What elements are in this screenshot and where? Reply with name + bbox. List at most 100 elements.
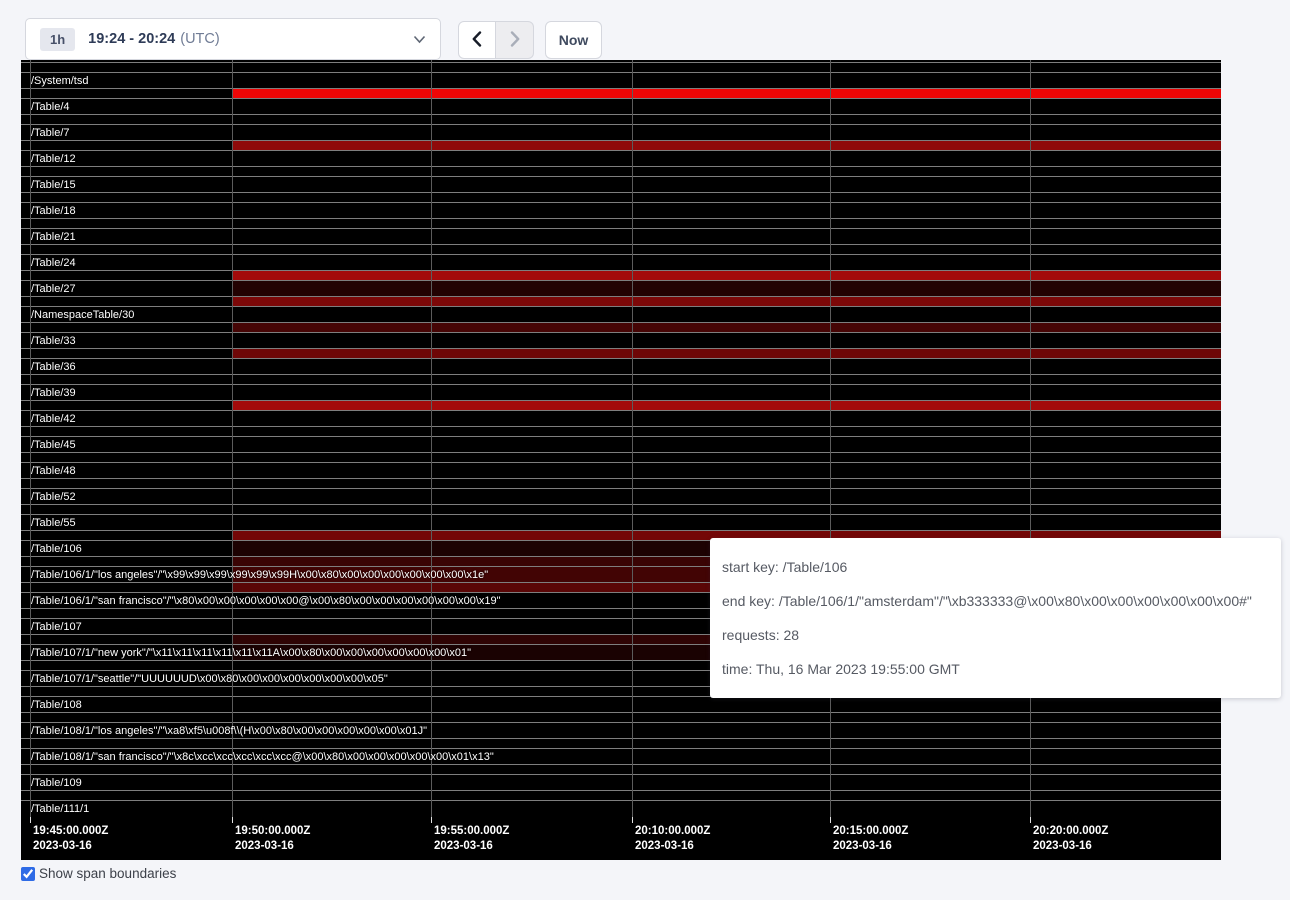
span-label-area[interactable]: /Table/109 [21,774,1221,790]
span-label-area[interactable]: /Table/108 [21,696,1221,712]
heatmap-row[interactable]: /Table/108/1/"los angeles"/"\xa8\xf5\u00… [21,712,1221,738]
heatmap-row[interactable]: /Table/52 [21,478,1221,504]
axis-tick [632,817,633,823]
span-label-area[interactable]: /Table/111/1 [21,800,1221,816]
chevron-left-icon [472,31,482,50]
span-strip[interactable] [21,88,1221,98]
span-strip[interactable] [21,712,1221,722]
span-label-area[interactable]: /Table/108/1/"san francisco"/"\x8c\xcc\x… [21,748,1221,764]
axis-date: 2023-03-16 [235,839,310,854]
heatmap-row[interactable]: /Table/109 [21,764,1221,790]
heatmap-row[interactable]: /Table/42 [21,400,1221,426]
heat-band[interactable] [233,281,1221,296]
heat-band[interactable] [233,297,1221,306]
show-span-boundaries-checkbox[interactable] [21,867,35,881]
heatmap-row[interactable]: /Table/108/1/"san francisco"/"\x8c\xcc\x… [21,738,1221,764]
span-strip[interactable] [21,790,1221,800]
heatmap-row[interactable]: /Table/111/1 [21,790,1221,816]
heat-band[interactable] [233,323,1221,332]
span-strip[interactable] [21,452,1221,462]
row-label: /NamespaceTable/30 [31,308,134,322]
span-label-area[interactable]: /System/tsd [21,72,1221,88]
span-label-area[interactable]: /Table/39 [21,384,1221,400]
span-strip[interactable] [21,296,1221,306]
next-time-button[interactable] [496,21,534,59]
tooltip-requests: requests: 28 [710,618,1281,652]
axis-tick-label: 19:50:00.000Z2023-03-16 [235,824,310,854]
span-label-area[interactable]: /Table/12 [21,150,1221,166]
heat-band[interactable] [233,89,1221,98]
heatmap-row[interactable]: /Table/12 [21,140,1221,166]
heat-band[interactable] [233,271,1221,280]
heatmap-row[interactable]: /Table/7 [21,114,1221,140]
heatmap-row[interactable]: /Table/4 [21,88,1221,114]
row-label: /Table/24 [31,256,76,270]
now-button[interactable]: Now [545,21,602,59]
heatmap-row[interactable]: /Table/48 [21,452,1221,478]
time-range-text: 19:24 - 20:24 [88,31,175,47]
span-strip[interactable] [21,140,1221,150]
heatmap-row[interactable]: /Table/36 [21,348,1221,374]
span-strip[interactable] [21,62,1221,72]
row-label: /Table/12 [31,152,76,166]
axis-date: 2023-03-16 [833,839,908,854]
heatmap-row[interactable]: /Table/18 [21,192,1221,218]
time-range-select[interactable]: 1h 19:24 - 20:24 (UTC) [25,18,441,60]
span-label-area[interactable]: /Table/15 [21,176,1221,192]
row-label: /Table/27 [31,282,76,296]
heatmap-row[interactable]: /Table/33 [21,322,1221,348]
span-strip[interactable] [21,348,1221,358]
heat-band[interactable] [233,349,1221,358]
span-label-area[interactable]: /Table/55 [21,514,1221,530]
axis-tick [431,817,432,823]
row-label: /Table/52 [31,490,76,504]
heatmap-row[interactable]: /Table/45 [21,426,1221,452]
heat-band[interactable] [233,141,1221,150]
heatmap-row[interactable]: /Table/21 [21,218,1221,244]
span-strip[interactable] [21,218,1221,228]
span-strip[interactable] [21,400,1221,410]
span-label-area[interactable]: /Table/18 [21,202,1221,218]
span-strip[interactable] [21,374,1221,384]
heatmap-row[interactable]: /Table/55 [21,504,1221,530]
span-strip[interactable] [21,166,1221,176]
heatmap-rows: /System/tsd/Table/4/Table/7/Table/12/Tab… [21,60,1221,816]
prev-time-button[interactable] [458,21,496,59]
span-label-area[interactable]: /Table/7 [21,124,1221,140]
span-label-area[interactable]: /Table/24 [21,254,1221,270]
heatmap-row[interactable]: /Table/27 [21,270,1221,296]
span-label-area[interactable]: /Table/21 [21,228,1221,244]
span-label-area[interactable]: /Table/42 [21,410,1221,426]
span-strip[interactable] [21,114,1221,124]
row-label: /Table/106/1/"san francisco"/"\x80\x00\x… [31,594,501,608]
span-label-area[interactable]: /NamespaceTable/30 [21,306,1221,322]
show-span-boundaries-control[interactable]: Show span boundaries [21,866,176,881]
span-label-area[interactable]: /Table/52 [21,488,1221,504]
span-strip[interactable] [21,478,1221,488]
heatmap-row[interactable]: /System/tsd [21,62,1221,88]
heat-band[interactable] [233,401,1221,410]
heatmap-row[interactable]: /Table/24 [21,244,1221,270]
span-label-area[interactable]: /Table/48 [21,462,1221,478]
span-label-area[interactable]: /Table/33 [21,332,1221,348]
span-label-area[interactable]: /Table/36 [21,358,1221,374]
span-strip[interactable] [21,764,1221,774]
span-label-area[interactable]: /Table/4 [21,98,1221,114]
span-strip[interactable] [21,426,1221,436]
span-strip[interactable] [21,738,1221,748]
span-label-area[interactable]: /Table/45 [21,436,1221,452]
axis-time: 20:10:00.000Z [635,824,710,839]
heatmap-row[interactable]: /Table/39 [21,374,1221,400]
axis-tick-label: 20:15:00.000Z2023-03-16 [833,824,908,854]
span-strip[interactable] [21,192,1221,202]
key-visualizer-canvas[interactable]: /System/tsd/Table/4/Table/7/Table/12/Tab… [21,60,1221,860]
chevron-right-icon [510,31,520,50]
heatmap-row[interactable]: /Table/15 [21,166,1221,192]
heatmap-row[interactable]: /NamespaceTable/30 [21,296,1221,322]
span-label-area[interactable]: /Table/108/1/"los angeles"/"\xa8\xf5\u00… [21,722,1221,738]
span-strip[interactable] [21,504,1221,514]
span-strip[interactable] [21,270,1221,280]
span-strip[interactable] [21,322,1221,332]
span-label-area[interactable]: /Table/27 [21,280,1221,296]
span-strip[interactable] [21,244,1221,254]
